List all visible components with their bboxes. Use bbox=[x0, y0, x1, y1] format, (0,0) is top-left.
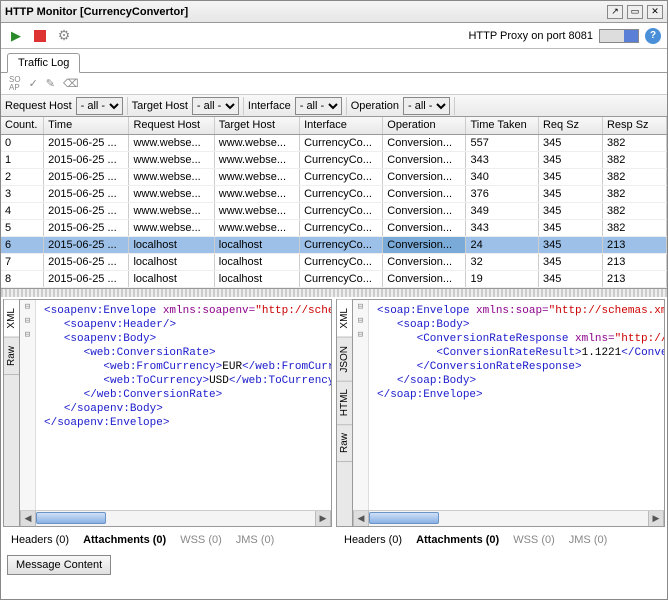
message-content-bar: Message Content bbox=[1, 551, 667, 579]
play-icon[interactable]: ▶ bbox=[7, 27, 25, 45]
table-row[interactable]: 82015-06-25 ...localhostlocalhostCurrenc… bbox=[1, 270, 667, 287]
request-panel: XML Raw ⊟⊟⊟ <soapenv:Envelope xmlns:soap… bbox=[3, 299, 332, 527]
filter-request-host-label: Request Host bbox=[5, 100, 76, 112]
response-attachments-tab[interactable]: Attachments (0) bbox=[416, 534, 499, 546]
request-xml-view[interactable]: ⊟⊟⊟ <soapenv:Envelope xmlns:soapenv="htt… bbox=[20, 300, 331, 510]
filter-bar: Request Host - all - Target Host - all -… bbox=[1, 95, 667, 117]
table-header[interactable]: Count. bbox=[1, 117, 44, 134]
request-panel-tabs: XML Raw bbox=[4, 300, 20, 526]
filter-request-host-select[interactable]: - all - bbox=[76, 97, 123, 115]
main-toolbar: ▶ ⚙ HTTP Proxy on port 8081 ? bbox=[1, 23, 667, 49]
filter-operation-label: Operation bbox=[351, 100, 403, 112]
window-title: HTTP Monitor [CurrencyConvertor] bbox=[5, 6, 607, 18]
table-row[interactable]: 42015-06-25 ...www.webse...www.webse...C… bbox=[1, 202, 667, 219]
response-headers-tab[interactable]: Headers (0) bbox=[344, 534, 402, 546]
table-header[interactable]: Time bbox=[44, 117, 129, 134]
maximize-icon[interactable]: ▭ bbox=[627, 5, 643, 19]
stop-icon[interactable] bbox=[31, 27, 49, 45]
filter-interface-label: Interface bbox=[248, 100, 295, 112]
response-panel: XML JSON HTML Raw ⊟⊟⊟ <soap:Envelope xml… bbox=[336, 299, 665, 527]
pencil-icon[interactable]: ✎ bbox=[46, 77, 55, 90]
filter-interface-select[interactable]: - all - bbox=[295, 97, 342, 115]
table-row[interactable]: 02015-06-25 ...www.webse...www.webse...C… bbox=[1, 134, 667, 151]
table-header[interactable]: Time Taken bbox=[466, 117, 539, 134]
log-toolbar: SOAP ✓ ✎ ⌫ bbox=[1, 73, 667, 95]
message-panels: XML Raw ⊟⊟⊟ <soapenv:Envelope xmlns:soap… bbox=[1, 297, 667, 529]
message-content-button[interactable]: Message Content bbox=[7, 555, 111, 575]
table-row[interactable]: 62015-06-25 ...localhostlocalhostCurrenc… bbox=[1, 236, 667, 253]
titlebar: HTTP Monitor [CurrencyConvertor] ↗ ▭ ✕ bbox=[1, 1, 667, 23]
request-headers-tab[interactable]: Headers (0) bbox=[11, 534, 69, 546]
request-tab-raw[interactable]: Raw bbox=[4, 338, 19, 375]
request-tab-xml[interactable]: XML bbox=[4, 300, 19, 338]
table-header[interactable]: Request Host bbox=[129, 117, 214, 134]
check-icon[interactable]: ✓ bbox=[29, 77, 38, 90]
response-wss-tab[interactable]: WSS (0) bbox=[513, 534, 555, 546]
window-controls: ↗ ▭ ✕ bbox=[607, 5, 663, 19]
request-wss-tab[interactable]: WSS (0) bbox=[180, 534, 222, 546]
table-row[interactable]: 52015-06-25 ...www.webse...www.webse...C… bbox=[1, 219, 667, 236]
tab-traffic-log[interactable]: Traffic Log bbox=[7, 53, 80, 73]
filter-operation-select[interactable]: - all - bbox=[403, 97, 450, 115]
table-row[interactable]: 72015-06-25 ...localhostlocalhostCurrenc… bbox=[1, 253, 667, 270]
table-header[interactable]: Req Sz bbox=[538, 117, 602, 134]
response-xml-view[interactable]: ⊟⊟⊟ <soap:Envelope xmlns:soap="http://sc… bbox=[353, 300, 664, 510]
response-tab-raw[interactable]: Raw bbox=[337, 425, 352, 462]
request-attachments-tab[interactable]: Attachments (0) bbox=[83, 534, 166, 546]
traffic-table[interactable]: Count.TimeRequest HostTarget HostInterfa… bbox=[1, 117, 667, 289]
table-row[interactable]: 22015-06-25 ...www.webse...www.webse...C… bbox=[1, 168, 667, 185]
table-row[interactable]: 32015-06-25 ...www.webse...www.webse...C… bbox=[1, 185, 667, 202]
panel-bottom-tabs: Headers (0) Attachments (0) WSS (0) JMS … bbox=[1, 529, 667, 551]
filter-target-host-select[interactable]: - all - bbox=[192, 97, 239, 115]
table-header-row: Count.TimeRequest HostTarget HostInterfa… bbox=[1, 117, 667, 134]
response-jms-tab[interactable]: JMS (0) bbox=[569, 534, 608, 546]
soap-icon[interactable]: SOAP bbox=[9, 76, 21, 92]
request-hscrollbar[interactable]: ◀▶ bbox=[20, 510, 331, 526]
table-row[interactable]: 12015-06-25 ...www.webse...www.webse...C… bbox=[1, 151, 667, 168]
proxy-label: HTTP Proxy on port 8081 bbox=[468, 30, 593, 42]
response-tab-json[interactable]: JSON bbox=[337, 338, 352, 382]
table-header[interactable]: Target Host bbox=[214, 117, 299, 134]
proxy-toggle[interactable] bbox=[599, 29, 639, 43]
response-panel-tabs: XML JSON HTML Raw bbox=[337, 300, 353, 526]
table-header[interactable]: Resp Sz bbox=[602, 117, 666, 134]
gear-icon[interactable]: ⚙ bbox=[55, 27, 73, 45]
filter-target-host-label: Target Host bbox=[132, 100, 192, 112]
table-header[interactable]: Operation bbox=[383, 117, 466, 134]
request-jms-tab[interactable]: JMS (0) bbox=[236, 534, 275, 546]
response-tab-html[interactable]: HTML bbox=[337, 381, 352, 425]
table-header[interactable]: Interface bbox=[300, 117, 383, 134]
minimize-external-icon[interactable]: ↗ bbox=[607, 5, 623, 19]
clear-icon[interactable]: ⌫ bbox=[63, 77, 79, 90]
response-tab-xml[interactable]: XML bbox=[337, 300, 352, 338]
close-icon[interactable]: ✕ bbox=[647, 5, 663, 19]
response-hscrollbar[interactable]: ◀▶ bbox=[353, 510, 664, 526]
help-icon[interactable]: ? bbox=[645, 28, 661, 44]
tabstrip: Traffic Log bbox=[1, 49, 667, 73]
horizontal-splitter[interactable] bbox=[1, 289, 667, 297]
